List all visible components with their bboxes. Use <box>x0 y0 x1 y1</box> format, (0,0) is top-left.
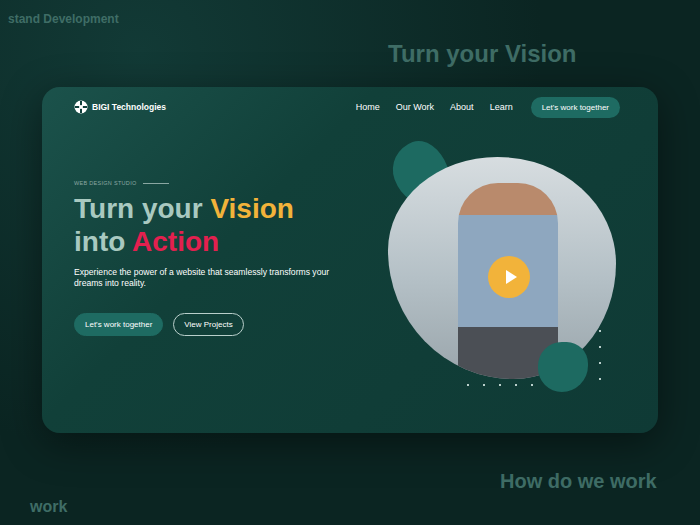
eyebrow-line <box>143 183 169 184</box>
eyebrow: WEB DESIGN STUDIO <box>74 180 374 186</box>
page: stand Development Turn your Vision How do … <box>0 0 700 525</box>
logo-icon <box>74 100 88 114</box>
hero-buttons: Let's work together View Projects <box>74 313 374 336</box>
nav-links: Home Our Work About Learn Let's work togethe… <box>356 97 620 118</box>
headline-line: into Action <box>74 225 374 258</box>
primary-button[interactable]: Let's work together <box>74 313 163 336</box>
background-text: work <box>30 498 67 516</box>
brand[interactable]: BIGI Technologies <box>74 100 166 114</box>
background-text: stand Development <box>8 12 119 26</box>
hero-card: BIGI Technologies Home Our Work About Learn L… <box>42 87 658 433</box>
nav-link[interactable]: About <box>450 102 474 112</box>
decor-blob <box>538 342 588 392</box>
headline: Turn your Visioninto Action <box>74 192 374 258</box>
play-button[interactable] <box>488 256 530 298</box>
hero: WEB DESIGN STUDIOTurn your Visioninto Ac… <box>74 118 620 418</box>
background-text: How do we work <box>500 470 657 493</box>
background-text: Turn your Vision <box>388 40 576 68</box>
hero-text: WEB DESIGN STUDIOTurn your Visioninto Ac… <box>74 180 374 356</box>
brand-name: BIGI Technologies <box>92 102 166 112</box>
nav-link[interactable]: Learn <box>490 102 513 112</box>
headline-line: Turn your Vision <box>74 192 374 225</box>
subtitle: Experience the power of a website that s… <box>74 267 359 289</box>
headline-segment: Action <box>132 226 219 257</box>
headline-segment: Vision <box>210 193 294 224</box>
nav-link[interactable]: Home <box>356 102 380 112</box>
secondary-button[interactable]: View Projects <box>173 313 243 336</box>
headline-segment: Turn your <box>74 193 210 224</box>
hero-media <box>374 141 620 396</box>
media-stage <box>388 141 620 396</box>
nav-link[interactable]: Our Work <box>396 102 434 112</box>
headline-segment: into <box>74 226 132 257</box>
navbar: BIGI Technologies Home Our Work About Learn L… <box>74 96 620 118</box>
play-icon <box>505 270 517 284</box>
video-thumbnail[interactable] <box>388 157 616 379</box>
nav-cta-button[interactable]: Let's work together <box>531 97 620 118</box>
